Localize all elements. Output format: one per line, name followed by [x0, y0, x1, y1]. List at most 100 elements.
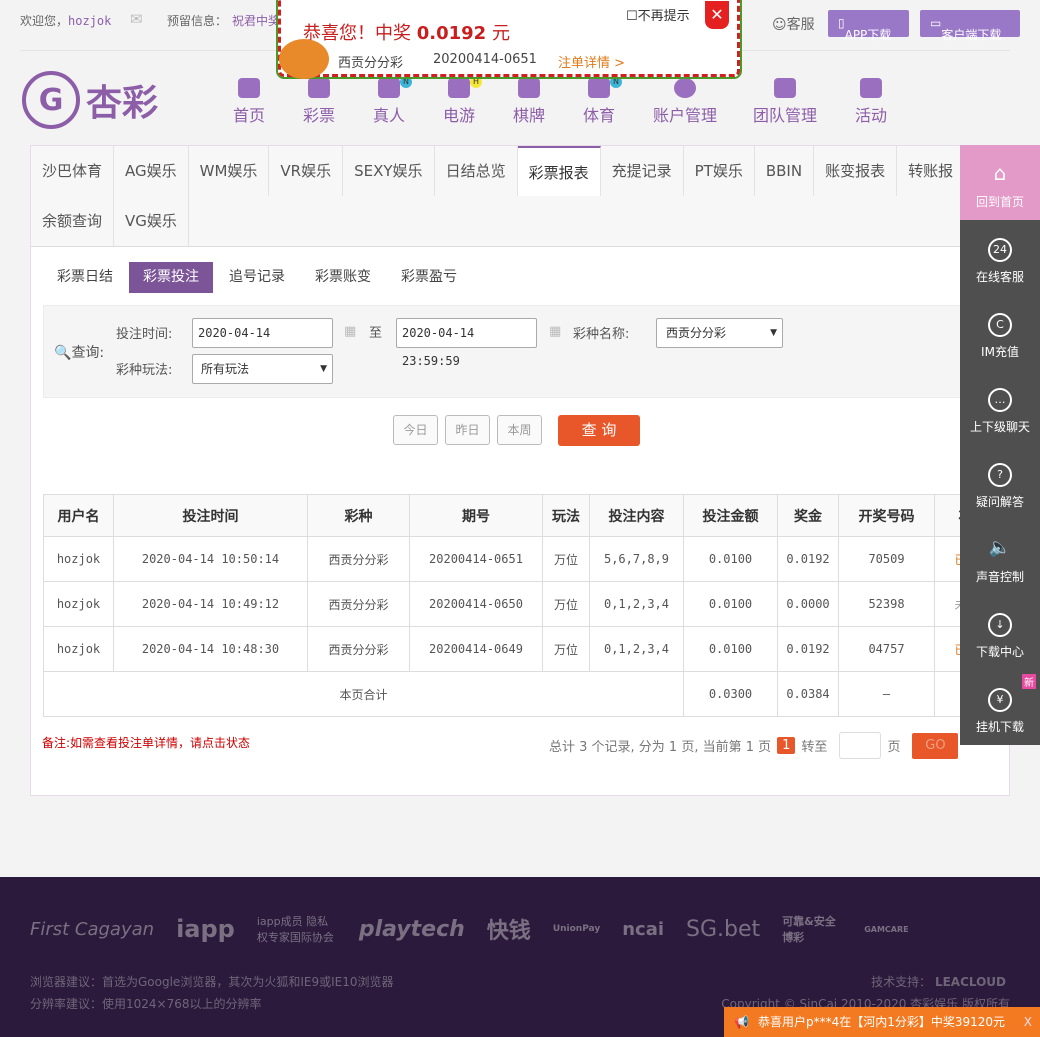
tab-transfer[interactable]: 转账报: [897, 146, 966, 196]
sidebar-download[interactable]: ↓ 下载中心: [960, 595, 1040, 670]
tab-account-change[interactable]: 账变报表: [814, 146, 898, 196]
sidebar-faq[interactable]: ? 疑问解答: [960, 445, 1040, 520]
table-row: hozjok 2020-04-14 10:50:14 西贡分分彩 20200414-0…: [43, 536, 1011, 582]
popup-issue: 20200414-0651: [433, 52, 537, 67]
home-icon: ⌂: [993, 161, 1007, 185]
calendar-icon[interactable]: ▦: [344, 324, 356, 339]
tab-ag[interactable]: AG娱乐: [114, 146, 189, 196]
team-icon: [774, 78, 796, 98]
search-label: 🔍查询:: [54, 345, 105, 361]
today-button[interactable]: 今日: [393, 415, 438, 445]
subtab-bets[interactable]: 彩票投注: [129, 262, 213, 293]
no-remind-checkbox[interactable]: ☐不再提示: [626, 5, 690, 24]
sidebar-im[interactable]: C IM充值: [960, 295, 1040, 370]
close-notice-button[interactable]: X: [1024, 1007, 1032, 1037]
new-badge: 新: [1022, 674, 1036, 689]
service-link[interactable]: ☺客服: [772, 14, 815, 34]
win-notice-bar: 📢 恭喜用户p***4在【河内1分彩】中奖39120元 X: [724, 1007, 1040, 1037]
tab-bbin[interactable]: BBIN: [755, 146, 815, 196]
go-button[interactable]: GO: [912, 732, 959, 759]
yen-icon: [674, 78, 696, 98]
query-button[interactable]: 查 询: [558, 415, 640, 446]
nav-account[interactable]: 账户管理: [650, 78, 720, 126]
popup-lottery: 西贡分分彩: [338, 56, 404, 71]
tab-daily[interactable]: 日结总览: [435, 146, 518, 196]
col-header: 用户名: [43, 494, 114, 537]
end-time-input[interactable]: 2020-04-14 23:59:59: [396, 318, 537, 368]
tab-wm[interactable]: WM娱乐: [189, 146, 270, 196]
tab-balance[interactable]: 余额查询: [31, 196, 115, 246]
logo-99bill: 快钱: [486, 919, 531, 944]
goto-page-input[interactable]: [839, 732, 882, 759]
client-download-button[interactable]: ▭ 客户端下载: [920, 10, 1020, 42]
mail-icon[interactable]: ✉: [130, 10, 143, 28]
chat-icon: …: [988, 388, 1012, 412]
col-header: 奖金: [777, 494, 839, 537]
col-header: 彩种: [307, 494, 410, 537]
megaphone-icon: 📢: [734, 1015, 749, 1029]
lottery-label: 彩种名称:: [573, 327, 630, 342]
gift-icon: [860, 78, 882, 98]
pager: 总计 3 个记录, 分为 1 页, 当前第 1 页 1 转至 页 GO: [549, 732, 959, 759]
tab-pt[interactable]: PT娱乐: [684, 146, 755, 196]
sidebar-chat[interactable]: … 上下级聊天: [960, 370, 1040, 445]
logo[interactable]: G 杏彩: [22, 70, 172, 130]
lottery-select[interactable]: 西贡分分彩 ▼: [656, 318, 783, 348]
tab-vr[interactable]: VR娱乐: [269, 146, 344, 196]
bet-detail-link[interactable]: 注单详情 >: [558, 52, 625, 71]
win-popup: ☐不再提示 ✕ 恭喜您！中奖 0.0192 元 西贡分分彩 20200414-0…: [276, 0, 742, 79]
question-icon: ?: [988, 463, 1012, 487]
start-time-input[interactable]: 2020-04-14 00:00:00: [192, 318, 333, 368]
tab-sexy[interactable]: SEXY娱乐: [343, 146, 435, 196]
24h-icon: 24: [988, 238, 1012, 262]
subtab-daily[interactable]: 彩票日结: [43, 262, 127, 293]
right-sidebar: ⌂ 回到首页 24 在线客服 C IM充值 … 上下级聊天 ? 疑问解答 🔈 声音控制 ↓ 下…: [960, 145, 1040, 745]
cards-icon: [518, 78, 540, 98]
search-box: 🔍查询: 投注时间: 2020-04-14 00:00:00 ▦ 至 2020-…: [43, 305, 983, 398]
to-label: 至: [369, 326, 383, 341]
resolution-tip: 分辨率建议：使用1024×768以上的分辨率: [30, 997, 262, 1011]
nav-games[interactable]: H 电游: [440, 76, 482, 126]
tab-vg[interactable]: VG娱乐: [114, 196, 189, 246]
app-download-button[interactable]: ▯ APP下载: [828, 10, 909, 42]
nav-sports[interactable]: N 体育: [580, 76, 622, 126]
sidebar-service[interactable]: 24 在线客服: [960, 220, 1040, 295]
tab-deposit[interactable]: 充提记录: [601, 146, 684, 196]
subtab-profit[interactable]: 彩票盈亏: [387, 262, 471, 293]
subtab-chase[interactable]: 追号记录: [215, 262, 299, 293]
tech-support: 技术支持： LEACLOUD: [871, 975, 1006, 989]
browser-tip: 浏览器建议：首选为Google浏览器，其次为火狐和IE9或IE10浏览器: [30, 975, 394, 989]
page-1[interactable]: 1: [777, 737, 796, 754]
play-select[interactable]: 所有玩法 ▼: [192, 354, 333, 384]
username[interactable]: hozjok: [68, 14, 111, 28]
tab-shaba[interactable]: 沙巴体育: [31, 146, 115, 196]
week-button[interactable]: 本周: [497, 415, 542, 445]
close-icon[interactable]: ✕: [705, 1, 729, 29]
nav-live[interactable]: N 真人: [370, 76, 412, 126]
nav-lottery[interactable]: 彩票: [300, 78, 338, 126]
im-icon: C: [988, 313, 1012, 337]
yesterday-button[interactable]: 昨日: [445, 415, 490, 445]
logo-sgbet: SG.bet: [686, 916, 761, 942]
time-label: 投注时间:: [116, 327, 173, 342]
sidebar-hangup[interactable]: ¥ 新挂机下载: [960, 670, 1040, 745]
nav-cards[interactable]: 棋牌: [510, 78, 548, 126]
logo-unionpay: UnionPay: [552, 924, 601, 934]
nav-activity[interactable]: 活动: [852, 78, 890, 126]
partner-logos: First Cagayan iapp iapp成员 隐私权专家国际协会 play…: [30, 913, 990, 945]
nav-team[interactable]: 团队管理: [750, 78, 820, 126]
report-tabs: 沙巴体育 AG娱乐 WM娱乐 VR娱乐 SEXY娱乐 日结总览 彩票报表 充提记…: [31, 146, 991, 247]
nav-home[interactable]: 首页: [230, 78, 268, 126]
table-row: hozjok 2020-04-14 10:48:30 西贡分分彩 20200414-0…: [43, 626, 1011, 672]
subtab-change[interactable]: 彩票账变: [301, 262, 385, 293]
live-icon: [378, 78, 400, 98]
bets-table: 用户名投注时间彩种期号玩法投注内容投注金额奖金开奖号码状态 hozjok2020…: [43, 494, 1011, 717]
logo-first-cagayan: First Cagayan: [30, 918, 155, 940]
win-title: 恭喜您！中奖 0.0192 元: [303, 23, 510, 44]
tab-lottery-report[interactable]: 彩票报表: [517, 146, 601, 196]
calendar-icon[interactable]: ▦: [549, 324, 561, 339]
col-header: 投注内容: [589, 494, 684, 537]
main-nav: 首页 彩票 N 真人 H 电游 棋牌 N 体育 账户管理 团队管理 活动: [230, 76, 890, 126]
sidebar-home[interactable]: ⌂ 回到首页: [960, 145, 1040, 220]
sidebar-sound[interactable]: 🔈 声音控制: [960, 520, 1040, 595]
